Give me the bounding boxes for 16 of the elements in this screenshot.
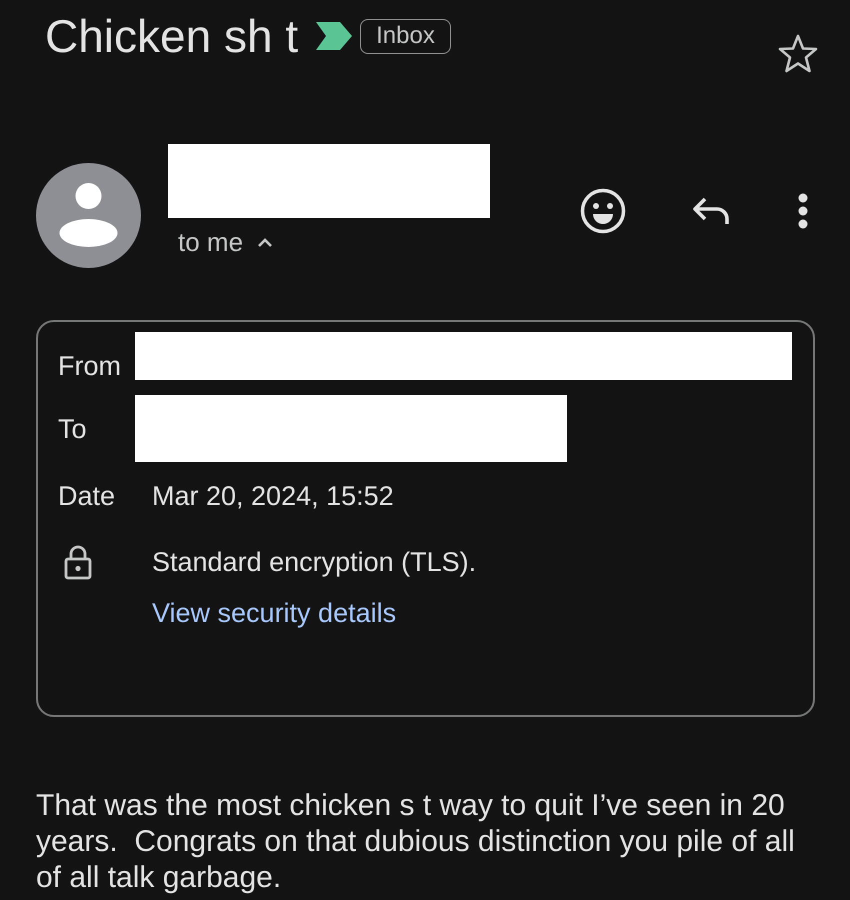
inbox-label: Inbox <box>360 18 451 54</box>
detail-label: Date <box>58 480 116 513</box>
email-subject: Chicken sh t <box>45 9 298 64</box>
detail-label: To <box>58 414 88 442</box>
security-details-link[interactable]: View security details <box>152 593 396 633</box>
emoji-icon[interactable] <box>580 188 626 234</box>
encryption-text: Standard encryption (TLS). <box>152 546 476 579</box>
lock-icon <box>64 544 92 580</box>
detail-label: From <box>58 352 122 380</box>
detail-value: Mar 20, 2024, 15:52 <box>152 480 394 513</box>
more-options-icon[interactable] <box>796 192 810 230</box>
recipients-toggle[interactable]: to me <box>178 224 274 260</box>
message-body: That was the most chicken s t way to quit I’ve seen in 20 years. Congrats on that dubious distinction you pile of all of all talk garbage. <box>36 788 796 896</box>
star-icon[interactable] <box>778 34 818 73</box>
avatar-icon <box>36 163 141 268</box>
reply-icon[interactable] <box>691 196 731 226</box>
